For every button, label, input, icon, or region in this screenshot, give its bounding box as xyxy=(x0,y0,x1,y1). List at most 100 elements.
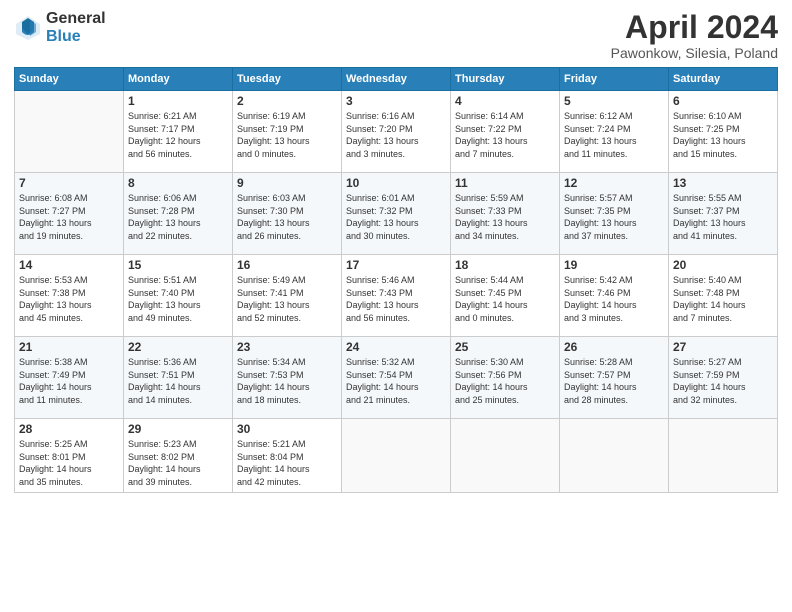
day-info: Sunrise: 5:28 AM Sunset: 7:57 PM Dayligh… xyxy=(564,356,664,406)
table-row: 27 Sunrise: 5:27 AM Sunset: 7:59 PM Dayli… xyxy=(669,337,778,419)
table-row: 25 Sunrise: 5:30 AM Sunset: 7:56 PM Dayli… xyxy=(451,337,560,419)
day-number: 9 xyxy=(237,176,337,190)
calendar-table: Sunday Monday Tuesday Wednesday Thursday… xyxy=(14,67,778,492)
table-row: 1 Sunrise: 6:21 AM Sunset: 7:17 PM Daylig… xyxy=(124,91,233,173)
page: General Blue April 2024 Pawonkow, Silesi… xyxy=(0,0,792,612)
day-number: 5 xyxy=(564,94,664,108)
day-number: 27 xyxy=(673,340,773,354)
day-info: Sunrise: 5:46 AM Sunset: 7:43 PM Dayligh… xyxy=(346,274,446,324)
logo-general-text: General xyxy=(46,10,106,28)
table-row: 23 Sunrise: 5:34 AM Sunset: 7:53 PM Dayli… xyxy=(233,337,342,419)
day-info: Sunrise: 5:34 AM Sunset: 7:53 PM Dayligh… xyxy=(237,356,337,406)
table-row: 2 Sunrise: 6:19 AM Sunset: 7:19 PM Daylig… xyxy=(233,91,342,173)
table-row: 22Sunrise: 5:36 AM Sunset: 7:51 PM Dayli… xyxy=(124,337,233,419)
table-row: 19Sunrise: 5:42 AM Sunset: 7:46 PM Dayli… xyxy=(560,255,669,337)
table-row: 3Sunrise: 6:16 AM Sunset: 7:20 PM Daylig… xyxy=(342,91,451,173)
col-sunday: Sunday xyxy=(15,68,124,91)
day-number: 21 xyxy=(19,340,119,354)
subtitle: Pawonkow, Silesia, Poland xyxy=(611,45,778,61)
day-info: Sunrise: 5:25 AM Sunset: 8:01 PM Dayligh… xyxy=(19,438,119,488)
col-thursday: Thursday xyxy=(451,68,560,91)
day-number: 23 xyxy=(237,340,337,354)
table-row: 16 Sunrise: 5:49 AM Sunset: 7:41 PM Dayli… xyxy=(233,255,342,337)
day-number: 13 xyxy=(673,176,773,190)
day-number: 26 xyxy=(564,340,664,354)
day-number: 22 xyxy=(128,340,228,354)
day-info: Sunrise: 5:21 AM Sunset: 8:04 PM Dayligh… xyxy=(237,438,337,488)
day-number: 20 xyxy=(673,258,773,272)
table-row xyxy=(451,419,560,492)
table-row: 10Sunrise: 6:01 AM Sunset: 7:32 PM Dayli… xyxy=(342,173,451,255)
col-monday: Monday xyxy=(124,68,233,91)
table-row: 9 Sunrise: 6:03 AM Sunset: 7:30 PM Daylig… xyxy=(233,173,342,255)
day-number: 10 xyxy=(346,176,446,190)
day-info: Sunrise: 5:55 AM Sunset: 7:37 PM Dayligh… xyxy=(673,192,773,242)
table-row: 13 Sunrise: 5:55 AM Sunset: 7:37 PM Dayli… xyxy=(669,173,778,255)
table-row: 29 Sunrise: 5:23 AM Sunset: 8:02 PM Dayli… xyxy=(124,419,233,492)
col-tuesday: Tuesday xyxy=(233,68,342,91)
header-row: Sunday Monday Tuesday Wednesday Thursday… xyxy=(15,68,778,91)
day-info: Sunrise: 5:44 AM Sunset: 7:45 PM Dayligh… xyxy=(455,274,555,324)
day-info: Sunrise: 5:23 AM Sunset: 8:02 PM Dayligh… xyxy=(128,438,228,488)
table-row: 15 Sunrise: 5:51 AM Sunset: 7:40 PM Dayli… xyxy=(124,255,233,337)
table-row: 24Sunrise: 5:32 AM Sunset: 7:54 PM Dayli… xyxy=(342,337,451,419)
day-info: Sunrise: 5:59 AM Sunset: 7:33 PM Dayligh… xyxy=(455,192,555,242)
day-info: Sunrise: 5:32 AM Sunset: 7:54 PM Dayligh… xyxy=(346,356,446,406)
main-title: April 2024 xyxy=(611,10,778,45)
day-number: 15 xyxy=(128,258,228,272)
day-number: 18 xyxy=(455,258,555,272)
day-info: Sunrise: 5:38 AM Sunset: 7:49 PM Dayligh… xyxy=(19,356,119,406)
logo-blue-text: Blue xyxy=(46,28,106,46)
table-row: 14Sunrise: 5:53 AM Sunset: 7:38 PM Dayli… xyxy=(15,255,124,337)
table-row xyxy=(342,419,451,492)
day-info: Sunrise: 6:10 AM Sunset: 7:25 PM Dayligh… xyxy=(673,110,773,160)
day-number: 28 xyxy=(19,422,119,436)
day-info: Sunrise: 6:08 AM Sunset: 7:27 PM Dayligh… xyxy=(19,192,119,242)
day-info: Sunrise: 6:03 AM Sunset: 7:30 PM Dayligh… xyxy=(237,192,337,242)
header: General Blue April 2024 Pawonkow, Silesi… xyxy=(14,10,778,61)
day-info: Sunrise: 6:19 AM Sunset: 7:19 PM Dayligh… xyxy=(237,110,337,160)
day-number: 29 xyxy=(128,422,228,436)
day-info: Sunrise: 5:51 AM Sunset: 7:40 PM Dayligh… xyxy=(128,274,228,324)
day-number: 25 xyxy=(455,340,555,354)
day-number: 30 xyxy=(237,422,337,436)
day-number: 4 xyxy=(455,94,555,108)
title-block: April 2024 Pawonkow, Silesia, Poland xyxy=(611,10,778,61)
calendar-header: Sunday Monday Tuesday Wednesday Thursday… xyxy=(15,68,778,91)
table-row: 5Sunrise: 6:12 AM Sunset: 7:24 PM Daylig… xyxy=(560,91,669,173)
day-number: 7 xyxy=(19,176,119,190)
day-number: 19 xyxy=(564,258,664,272)
day-number: 1 xyxy=(128,94,228,108)
table-row: 8 Sunrise: 6:06 AM Sunset: 7:28 PM Daylig… xyxy=(124,173,233,255)
day-number: 6 xyxy=(673,94,773,108)
day-info: Sunrise: 6:14 AM Sunset: 7:22 PM Dayligh… xyxy=(455,110,555,160)
table-row: 12 Sunrise: 5:57 AM Sunset: 7:35 PM Dayli… xyxy=(560,173,669,255)
table-row: 4 Sunrise: 6:14 AM Sunset: 7:22 PM Daylig… xyxy=(451,91,560,173)
day-number: 14 xyxy=(19,258,119,272)
logo-text: General Blue xyxy=(46,10,106,45)
day-number: 3 xyxy=(346,94,446,108)
day-number: 11 xyxy=(455,176,555,190)
col-friday: Friday xyxy=(560,68,669,91)
day-number: 16 xyxy=(237,258,337,272)
table-row xyxy=(560,419,669,492)
table-row: 21 Sunrise: 5:38 AM Sunset: 7:49 PM Dayli… xyxy=(15,337,124,419)
day-info: Sunrise: 5:27 AM Sunset: 7:59 PM Dayligh… xyxy=(673,356,773,406)
table-row: 30 Sunrise: 5:21 AM Sunset: 8:04 PM Dayli… xyxy=(233,419,342,492)
table-row xyxy=(669,419,778,492)
day-info: Sunrise: 5:30 AM Sunset: 7:56 PM Dayligh… xyxy=(455,356,555,406)
table-row: 18 Sunrise: 5:44 AM Sunset: 7:45 PM Dayli… xyxy=(451,255,560,337)
day-number: 12 xyxy=(564,176,664,190)
day-info: Sunrise: 6:06 AM Sunset: 7:28 PM Dayligh… xyxy=(128,192,228,242)
day-number: 2 xyxy=(237,94,337,108)
calendar-body: 1 Sunrise: 6:21 AM Sunset: 7:17 PM Daylig… xyxy=(15,91,778,492)
day-info: Sunrise: 5:57 AM Sunset: 7:35 PM Dayligh… xyxy=(564,192,664,242)
table-row: 20 Sunrise: 5:40 AM Sunset: 7:48 PM Dayli… xyxy=(669,255,778,337)
day-number: 8 xyxy=(128,176,228,190)
table-row: 26 Sunrise: 5:28 AM Sunset: 7:57 PM Dayli… xyxy=(560,337,669,419)
day-info: Sunrise: 6:21 AM Sunset: 7:17 PM Dayligh… xyxy=(128,110,228,160)
day-info: Sunrise: 5:49 AM Sunset: 7:41 PM Dayligh… xyxy=(237,274,337,324)
day-info: Sunrise: 5:40 AM Sunset: 7:48 PM Dayligh… xyxy=(673,274,773,324)
col-wednesday: Wednesday xyxy=(342,68,451,91)
table-row: 7 Sunrise: 6:08 AM Sunset: 7:27 PM Daylig… xyxy=(15,173,124,255)
